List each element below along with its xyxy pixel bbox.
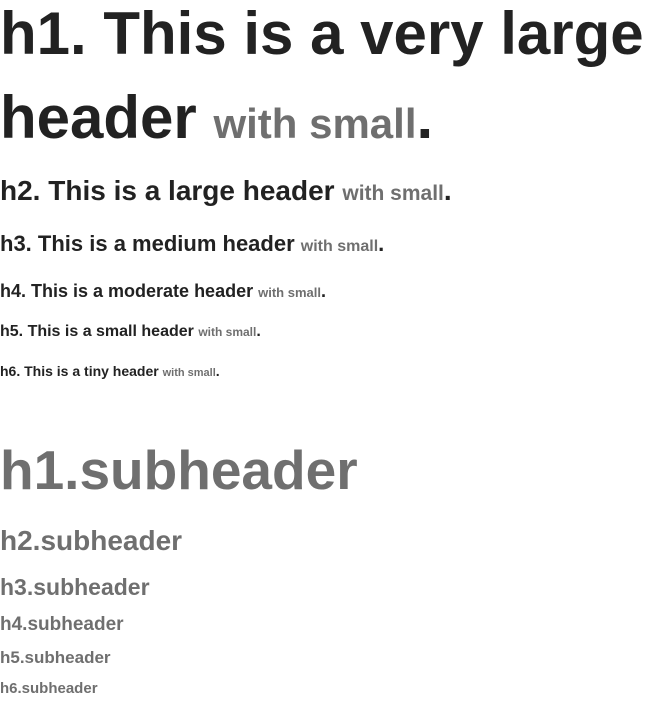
h4-subheader: h4.subheader: [0, 614, 124, 635]
h2-header-period: .: [443, 175, 452, 206]
h5-header: h5. This is a small header with small.: [0, 321, 261, 343]
h2-header: h2. This is a large header with small.: [0, 173, 452, 212]
h3-subheader: h3.subheader: [0, 574, 150, 600]
h6-subheader: h6.subheader: [0, 680, 98, 697]
h6-header-text: h6. This is a tiny header: [0, 363, 159, 379]
h2-header-small: with small: [342, 182, 444, 205]
h1-header-period: .: [416, 84, 434, 151]
h5-subheader: h5.subheader: [0, 648, 111, 667]
h6-header-period: .: [215, 363, 220, 379]
typography-page: h1. This is a very large header with sma…: [0, 0, 651, 704]
h3-header-period: .: [378, 231, 385, 256]
h1-header: h1. This is a very large header with sma…: [0, 0, 651, 166]
h6-header-small: with small: [162, 367, 216, 379]
h4-header-period: .: [320, 281, 326, 301]
h5-header-text: h5. This is a small header: [0, 323, 194, 340]
h5-header-small: with small: [198, 325, 257, 339]
h5-header-period: .: [256, 323, 261, 340]
h1-header-small: with small: [213, 100, 417, 147]
h2-subheader: h2.subheader: [0, 525, 183, 556]
h4-header-small: with small: [258, 285, 321, 300]
h3-header: h3. This is a medium header with small.: [0, 229, 384, 262]
h4-header: h4. This is a moderate header with small…: [0, 278, 326, 306]
h3-header-small: with small: [300, 238, 379, 255]
h1-subheader: h1.subheader: [0, 439, 358, 501]
h4-header-text: h4. This is a moderate header: [0, 281, 254, 301]
h3-header-text: h3. This is a medium header: [0, 231, 295, 256]
h2-header-text: h2. This is a large header: [0, 175, 335, 206]
h6-header: h6. This is a tiny header with small.: [0, 361, 220, 383]
